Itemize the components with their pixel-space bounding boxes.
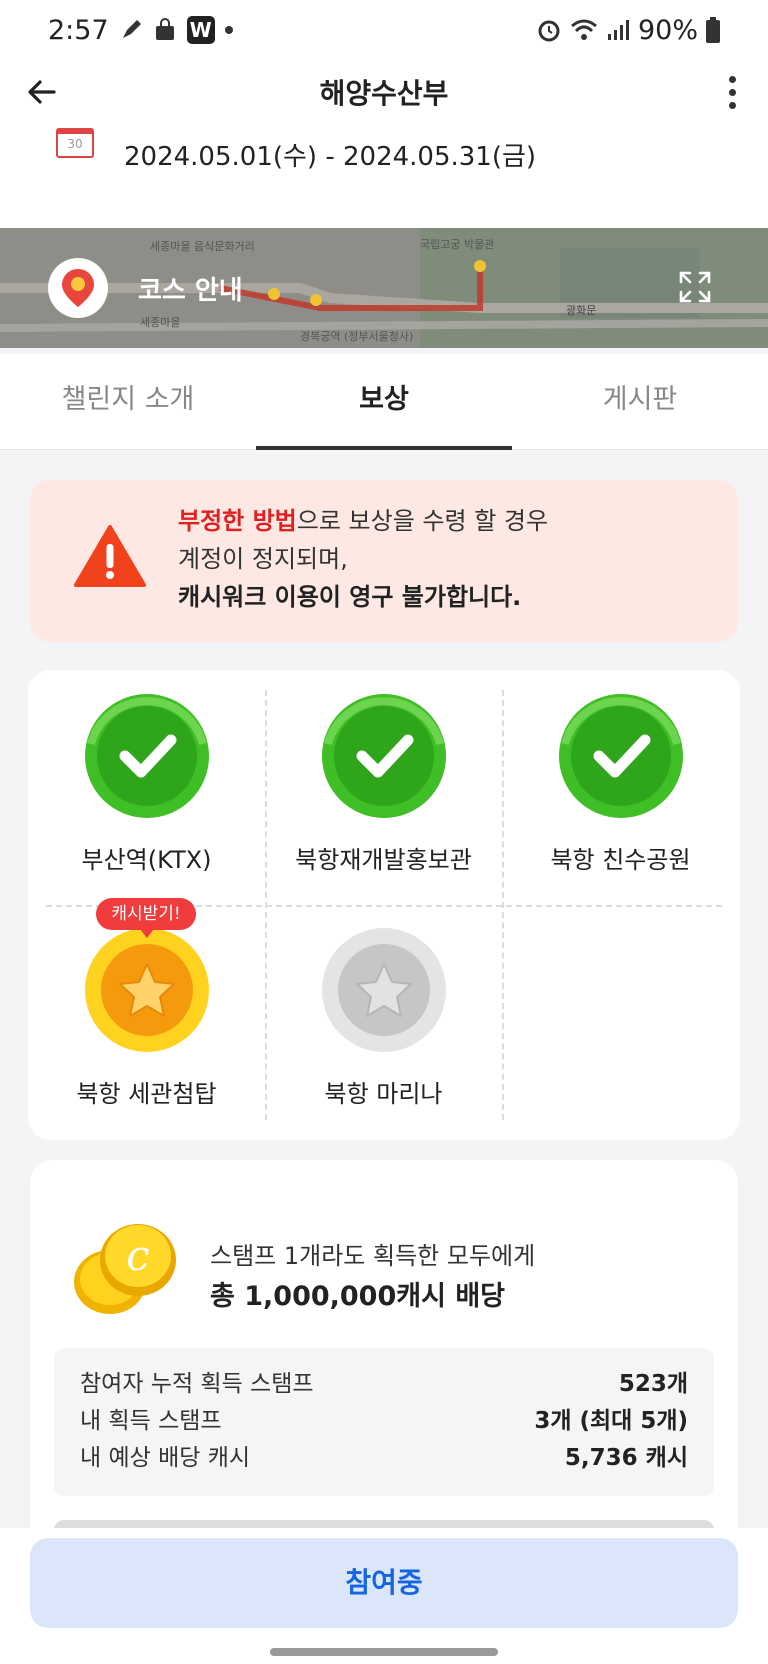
app-header: 해양수산부 (0, 60, 768, 124)
reward-subtitle: 스탬프 1개라도 획득한 모두에게 (210, 1242, 536, 1270)
warning-line2: 계정이 정지되며, (178, 545, 348, 573)
stat-row: 내 예상 배당 캐시 5,736 캐시 (80, 1440, 688, 1477)
map-label: 광화문 (566, 304, 596, 317)
stamp-item[interactable]: 북항 친수공원 (502, 692, 739, 875)
warning-text: 부정한 방법으로 보상을 수령 할 경우 계정이 정지되며, 캐시워크 이용이 … (178, 502, 548, 616)
tab-challenge-intro[interactable]: 챌린지 소개 (0, 354, 256, 449)
status-time: 2:57 (48, 14, 109, 46)
warning-triangle-icon (74, 525, 146, 587)
tab-bar: 챌린지 소개 보상 게시판 (0, 354, 768, 450)
reward-card: c 스탬프 1개라도 획득한 모두에게 총 1,000,000캐시 배당 참여자… (30, 1160, 738, 1580)
period-text: 2024.05.01(수) - 2024.05.31(금) (124, 142, 537, 172)
cash-coins-icon: c (74, 1224, 176, 1314)
stamp-name: 북항 마리나 (324, 1080, 443, 1108)
claim-cash-badge[interactable]: 캐시받기! (96, 898, 196, 938)
fraud-warning-box: 부정한 방법으로 보상을 수령 할 경우 계정이 정지되며, 캐시워크 이용이 … (30, 480, 738, 642)
more-options-button[interactable] (716, 72, 748, 112)
stamp-name: 북항 친수공원 (550, 846, 691, 874)
svg-text:c: c (126, 1231, 150, 1280)
warning-line1: 으로 보상을 수령 할 경우 (296, 507, 549, 535)
check-medal-icon (321, 694, 446, 818)
course-guide-label: 코스 안내 (138, 276, 243, 306)
stamp-item[interactable]: 북항 마리나 (265, 926, 502, 1109)
challenge-period: 30 2024.05.01(수) - 2024.05.31(금) (0, 124, 768, 228)
stamp-item[interactable]: 북항 세관첨탑 (28, 926, 265, 1109)
reward-headline: 총 1,000,000캐시 배당 (210, 1281, 506, 1312)
more-dot-icon (728, 88, 736, 96)
stat-value: 523개 (618, 1371, 688, 1397)
stat-label: 참여자 누적 획득 스탬프 (80, 1371, 314, 1397)
wifi-icon (570, 18, 598, 42)
map-label: 경복궁역 (정부서울청사) (300, 330, 413, 343)
battery-icon (706, 17, 720, 43)
map-label: 세종마을 (140, 316, 180, 329)
map-label: 국립고궁 박물관 (420, 238, 494, 251)
check-medal-icon (558, 694, 683, 818)
bottom-action-bar: 참여중 (0, 1528, 768, 1664)
shopping-bag-icon (153, 18, 177, 42)
stat-row: 참여자 누적 획득 스탬프 523개 (80, 1366, 688, 1403)
more-dot-icon (728, 101, 736, 109)
stamp-name: 부산역(KTX) (81, 846, 212, 874)
star-gray-medal-icon (321, 928, 446, 1052)
expand-map-icon[interactable] (678, 270, 712, 304)
stamp-name: 북항 세관첨탑 (76, 1080, 217, 1108)
stat-label: 내 획득 스탬프 (80, 1408, 222, 1434)
warning-line3: 캐시워크 이용이 영구 불가합니다. (178, 583, 522, 611)
status-bar: 2:57 W 90% (0, 0, 768, 60)
participating-button[interactable]: 참여중 (30, 1538, 738, 1628)
warning-emphasis: 부정한 방법 (178, 507, 297, 535)
map-label: 세종마을 음식문화거리 (150, 240, 255, 253)
app-badge-icon: W (186, 16, 215, 44)
course-map-banner[interactable]: 세종마을 음식문화거리 국립고궁 박물관 경복궁역 (정부서울청사) 광화문 세… (0, 228, 768, 348)
stamp-item[interactable]: 북항재개발홍보관 (265, 692, 502, 875)
signal-icon (606, 18, 630, 42)
course-pin-icon (48, 258, 108, 318)
battery-percent: 90% (637, 14, 698, 46)
more-notifications-dot (224, 26, 233, 34)
alarm-icon (536, 17, 562, 43)
tab-rewards[interactable]: 보상 (256, 354, 512, 450)
tab-board[interactable]: 게시판 (512, 354, 768, 449)
notification-pen-icon (119, 18, 143, 42)
stat-value: 5,736 캐시 (564, 1445, 688, 1471)
stat-value: 3개 (최대 5개) (534, 1408, 688, 1434)
star-gold-medal-icon (84, 928, 209, 1052)
back-button[interactable] (22, 72, 62, 112)
reward-stats: 참여자 누적 획득 스탬프 523개 내 획득 스탬프 3개 (최대 5개) 내… (54, 1348, 714, 1496)
back-arrow-icon (28, 80, 56, 104)
stat-label: 내 예상 배당 캐시 (80, 1445, 251, 1471)
map-background: 세종마을 음식문화거리 국립고궁 박물관 경복궁역 (정부서울청사) 광화문 세… (0, 228, 768, 348)
home-indicator[interactable] (270, 1648, 498, 1656)
stamp-item[interactable]: 부산역(KTX) (28, 692, 265, 875)
stat-row: 내 획득 스탬프 3개 (최대 5개) (80, 1403, 688, 1440)
calendar-icon: 30 (56, 128, 94, 158)
stamp-card: 부산역(KTX) 북항재개발홍보관 북항 친수공원 캐시받기! 북항 세관첨탑 (28, 670, 740, 1140)
page-title: 해양수산부 (319, 77, 449, 110)
check-medal-icon (84, 694, 209, 818)
more-dot-icon (728, 75, 736, 83)
stamp-name: 북항재개발홍보관 (295, 846, 472, 874)
